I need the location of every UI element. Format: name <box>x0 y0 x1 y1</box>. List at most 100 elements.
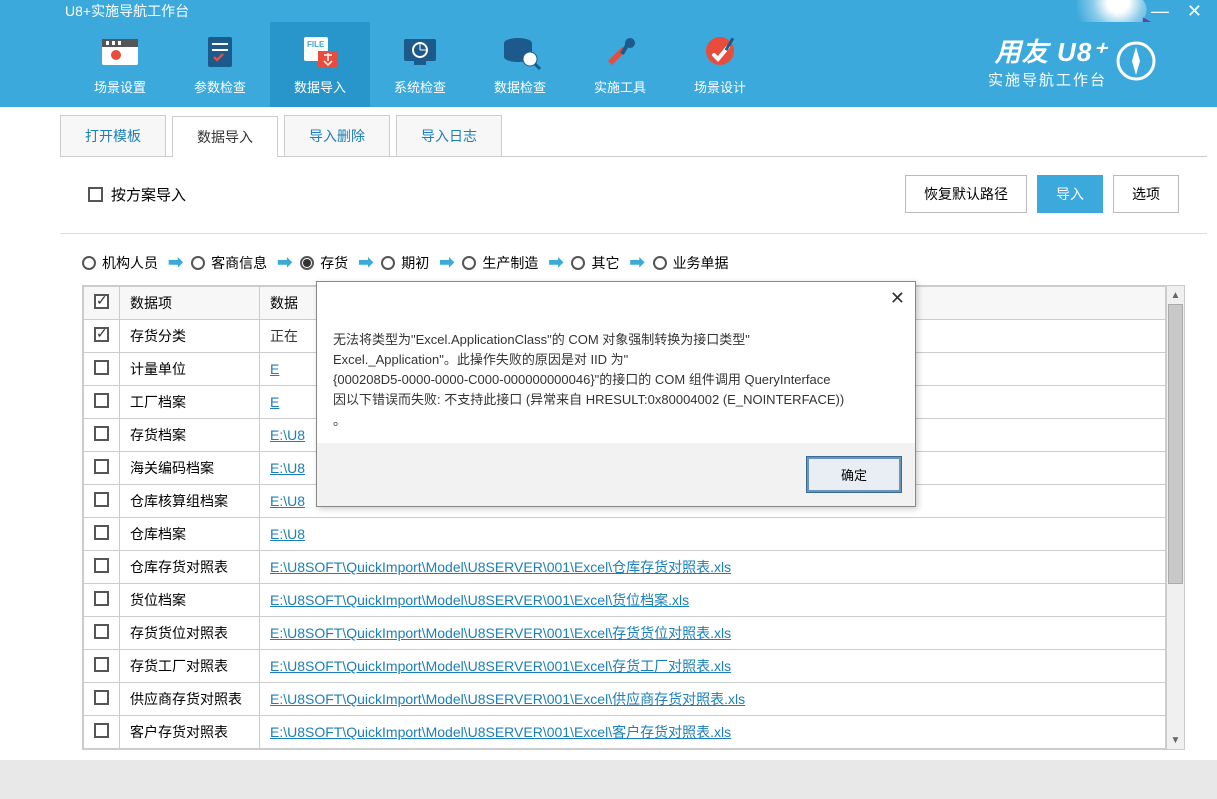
step-3[interactable]: 期初 <box>381 253 431 273</box>
step-1[interactable]: 客商信息 <box>191 253 269 273</box>
row-path: E:\U8SOFT\QuickImport\Model\U8SERVER\001… <box>260 584 1166 617</box>
step-5[interactable]: 其它 <box>571 253 621 273</box>
checkbox-icon <box>94 426 109 441</box>
row-checkbox[interactable] <box>84 650 120 683</box>
step-6[interactable]: 业务单据 <box>653 253 731 273</box>
tab-data-import-tab[interactable]: 数据导入 <box>172 116 278 157</box>
toolbar-scene-design[interactable]: 场景设计 <box>670 22 770 107</box>
minimize-icon[interactable]: — <box>1151 1 1169 22</box>
row-checkbox[interactable] <box>84 716 120 749</box>
scroll-down-icon[interactable]: ▼ <box>1167 731 1184 749</box>
tab-import-delete[interactable]: 导入删除 <box>284 115 390 156</box>
scene-settings-icon <box>98 33 142 71</box>
checkbox-icon <box>94 492 109 507</box>
row-item: 货位档案 <box>120 584 260 617</box>
path-link[interactable]: E:\U8SOFT\QuickImport\Model\U8SERVER\001… <box>270 592 689 608</box>
row-checkbox[interactable] <box>84 584 120 617</box>
checkbox-icon <box>94 558 109 573</box>
header-checkbox-col[interactable] <box>84 287 120 320</box>
brand-logo: 用友 U8⁺ 实施导航工作台 <box>988 32 1157 90</box>
path-link[interactable]: E:\U8SOFT\QuickImport\Model\U8SERVER\001… <box>270 691 745 707</box>
row-checkbox[interactable] <box>84 386 120 419</box>
path-link[interactable]: E:\U8SOFT\QuickImport\Model\U8SERVER\001… <box>270 559 731 575</box>
row-checkbox[interactable] <box>84 320 120 353</box>
toolbar-data-check[interactable]: 数据检查 <box>470 22 570 107</box>
tab-import-log[interactable]: 导入日志 <box>396 115 502 156</box>
checkbox-icon <box>94 294 109 309</box>
dialog-close-icon[interactable]: ✕ <box>890 288 905 309</box>
path-text: 正在 <box>270 328 298 344</box>
row-checkbox[interactable] <box>84 683 120 716</box>
options-button[interactable]: 选项 <box>1113 175 1179 213</box>
path-link[interactable]: E:\U8SOFT\QuickImport\Model\U8SERVER\001… <box>270 658 731 674</box>
svg-text:FILE: FILE <box>307 40 325 49</box>
row-item: 存货档案 <box>120 419 260 452</box>
impl-tools-icon <box>598 33 642 71</box>
toolbar-data-import[interactable]: FILE数据导入 <box>270 22 370 107</box>
row-path: E:\U8SOFT\QuickImport\Model\U8SERVER\001… <box>260 617 1166 650</box>
tab-open-template[interactable]: 打开模板 <box>60 115 166 156</box>
scroll-thumb[interactable] <box>1168 304 1183 584</box>
row-checkbox[interactable] <box>84 617 120 650</box>
row-path: E:\U8SOFT\QuickImport\Model\U8SERVER\001… <box>260 683 1166 716</box>
row-checkbox[interactable] <box>84 551 120 584</box>
arrow-icon: ➡ <box>168 252 183 273</box>
toolbar-impl-tools[interactable]: 实施工具 <box>570 22 670 107</box>
arrow-icon: ➡ <box>548 252 563 273</box>
row-path: E:\U8SOFT\QuickImport\Model\U8SERVER\001… <box>260 650 1166 683</box>
radio-icon <box>191 256 205 270</box>
close-icon[interactable]: ✕ <box>1187 1 1202 22</box>
scene-design-icon <box>698 33 742 71</box>
checkbox-icon <box>94 690 109 705</box>
path-link[interactable]: E:\U8 <box>270 526 305 542</box>
table-row: 货位档案 E:\U8SOFT\QuickImport\Model\U8SERVER… <box>84 584 1166 617</box>
row-item: 存货分类 <box>120 320 260 353</box>
path-link[interactable]: E:\U8SOFT\QuickImport\Model\U8SERVER\001… <box>270 724 731 740</box>
step-2[interactable]: 存货 <box>300 253 350 273</box>
checkbox-icon <box>94 327 109 342</box>
toolbar-system-check[interactable]: 系统检查 <box>370 22 470 107</box>
path-link[interactable]: E:\U8 <box>270 493 305 509</box>
dialog-ok-button[interactable]: 确定 <box>807 457 901 492</box>
compass-icon <box>1115 40 1157 82</box>
system-check-icon <box>398 33 442 71</box>
checkbox-icon <box>88 187 103 202</box>
restore-path-button[interactable]: 恢复默认路径 <box>905 175 1027 213</box>
row-item: 仓库档案 <box>120 518 260 551</box>
data-import-icon: FILE <box>298 33 342 71</box>
path-link[interactable]: E <box>270 394 279 410</box>
row-item: 存货工厂对照表 <box>120 650 260 683</box>
row-item: 计量单位 <box>120 353 260 386</box>
row-checkbox[interactable] <box>84 485 120 518</box>
toolbar-parameter-check[interactable]: 参数检查 <box>170 22 270 107</box>
radio-icon <box>653 256 667 270</box>
arrow-icon: ➡ <box>439 252 454 273</box>
step-0[interactable]: 机构人员 <box>82 253 160 273</box>
row-item: 海关编码档案 <box>120 452 260 485</box>
titlebar: U8+实施导航工作台 — ✕ <box>0 0 1217 22</box>
table-row: 存货货位对照表 E:\U8SOFT\QuickImport\Model\U8SER… <box>84 617 1166 650</box>
path-link[interactable]: E:\U8SOFT\QuickImport\Model\U8SERVER\001… <box>270 625 731 641</box>
row-checkbox[interactable] <box>84 452 120 485</box>
path-link[interactable]: E:\U8 <box>270 427 305 443</box>
radio-icon <box>571 256 585 270</box>
window-title: U8+实施导航工作台 <box>65 1 1151 21</box>
table-row: 供应商存货对照表 E:\U8SOFT\QuickImport\Model\U8SE… <box>84 683 1166 716</box>
action-bar: 按方案导入 恢复默认路径 导入 选项 <box>60 169 1207 234</box>
import-button[interactable]: 导入 <box>1037 175 1103 213</box>
toolbar-scene-settings[interactable]: 场景设置 <box>70 22 170 107</box>
checkbox-icon <box>94 591 109 606</box>
scheme-import-checkbox[interactable]: 按方案导入 <box>88 184 186 205</box>
row-checkbox[interactable] <box>84 419 120 452</box>
row-item: 供应商存货对照表 <box>120 683 260 716</box>
row-checkbox[interactable] <box>84 518 120 551</box>
path-link[interactable]: E:\U8 <box>270 460 305 476</box>
vertical-scrollbar[interactable]: ▲ ▼ <box>1166 286 1184 749</box>
scroll-up-icon[interactable]: ▲ <box>1167 286 1184 304</box>
row-checkbox[interactable] <box>84 353 120 386</box>
row-item: 存货货位对照表 <box>120 617 260 650</box>
data-check-icon <box>498 33 542 71</box>
step-4[interactable]: 生产制造 <box>462 253 540 273</box>
path-link[interactable]: E <box>270 361 279 377</box>
row-path: E:\U8 <box>260 518 1166 551</box>
